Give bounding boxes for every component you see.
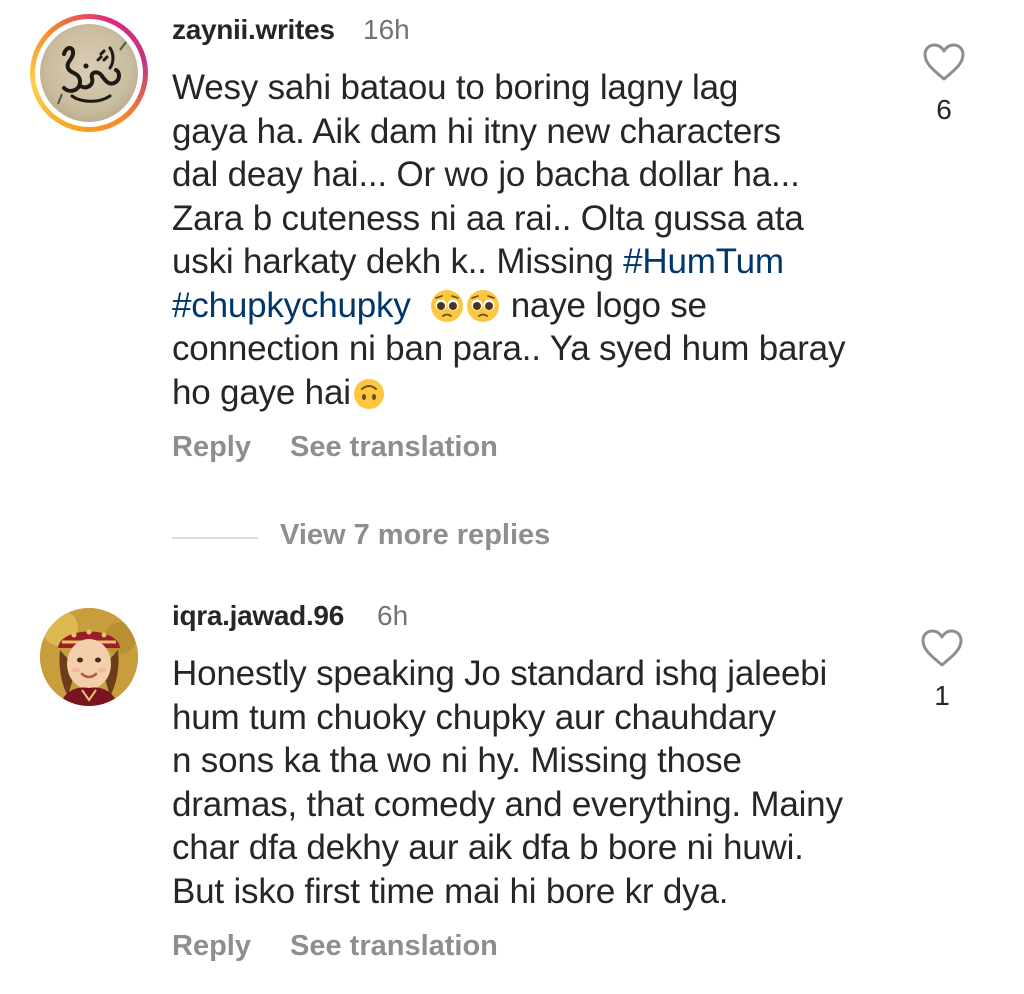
see-translation-button[interactable]: See translation (290, 930, 498, 963)
comment-line: n sons ka tha wo ni hy. Missing those (172, 741, 742, 780)
comment-line: But isko first time mai hi bore kr dya. (172, 871, 729, 911)
calligraphy-icon (57, 41, 127, 105)
avatar[interactable] (40, 608, 138, 706)
comment-1: zaynii.writes 16h Wesy sahi bataou to bo… (0, 0, 1024, 500)
like-count: 1 (934, 680, 950, 711)
see-translation-button[interactable]: See translation (290, 431, 498, 464)
comment-text-segment: ho gaye hai (172, 372, 351, 412)
comment-time: 16h (363, 14, 410, 45)
comment-line: Wesy sahi bataou to boring lagny lag (172, 68, 739, 107)
upside-down-face-emoji-icon (353, 378, 384, 409)
replies-divider (172, 537, 258, 539)
comment-time: 6h (377, 600, 409, 631)
comment-text: Wesy sahi bataou to boring lagny lag gay… (172, 66, 912, 414)
reply-button[interactable]: Reply (172, 431, 251, 464)
heart-icon[interactable] (922, 42, 966, 82)
pleading-face-emoji-icon (431, 289, 464, 322)
view-more-replies-button[interactable]: View 7 more replies (280, 519, 550, 552)
reply-button[interactable]: Reply (172, 930, 251, 963)
comment-line: dal deay hai... Or wo jo bacha dollar ha… (172, 155, 800, 194)
username[interactable]: iqra.jawad.96 (172, 600, 344, 632)
heart-icon[interactable] (920, 628, 964, 668)
comment-line: ho gaye hai (172, 371, 912, 415)
girl-photo-avatar-image (40, 608, 138, 706)
comment-text-segment: naye logo se (501, 285, 707, 325)
hashtag-link[interactable]: #chupkychupky (172, 286, 411, 325)
comment-text-segment: uski harkaty dekh k.. Missing (172, 242, 624, 281)
comment-line: uski harkaty dekh k.. Missing #HumTum (172, 240, 912, 284)
username[interactable]: zaynii.writes (172, 14, 335, 46)
comment-line: Honestly speaking Jo standard ishq jalee… (172, 654, 828, 693)
comment-line: gaya ha. Aik dam hi itny new characters (172, 111, 781, 151)
story-ring-gap (35, 19, 143, 127)
avatar[interactable] (30, 14, 148, 132)
comment-text: Honestly speaking Jo standard ishq jalee… (172, 652, 912, 913)
pleading-face-emoji-icon (467, 289, 500, 322)
like-count: 6 (936, 94, 952, 125)
calligraphy-avatar-image (40, 24, 138, 122)
comment-line: connection ni ban para.. Ya syed hum bar… (172, 329, 846, 368)
comment-line: dramas, that comedy and everything. Main… (172, 784, 843, 824)
comment-line: Zara b cuteness ni aa rai.. Olta gussa a… (172, 198, 804, 238)
comment-line: char dfa dekhy aur aik dfa b bore ni huw… (172, 828, 804, 867)
comment-line: hum tum chuoky chupky aur chauhdary (172, 697, 776, 737)
hashtag-link[interactable]: #HumTum (623, 242, 784, 281)
comment-line: #chupkychupky naye logo se (172, 284, 912, 328)
